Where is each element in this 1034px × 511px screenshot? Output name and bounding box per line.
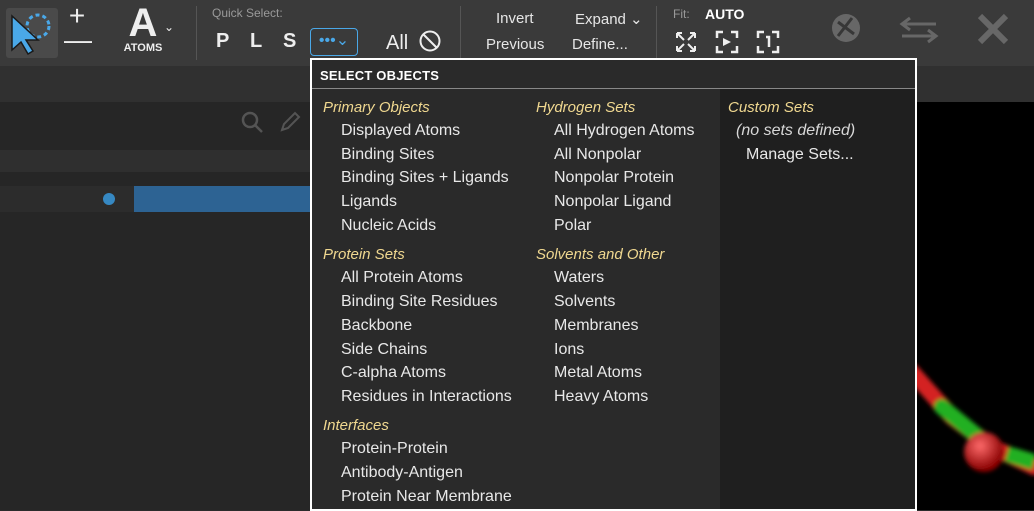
previous-button[interactable]: Previous bbox=[486, 36, 544, 53]
fit-screen-icon[interactable] bbox=[756, 30, 780, 54]
popup-title: SELECT OBJECTS bbox=[320, 68, 440, 83]
menu-item-antibody-antigen[interactable]: Antibody-Antigen bbox=[341, 464, 463, 482]
edit-icon[interactable] bbox=[278, 110, 302, 134]
atoms-mode-button[interactable]: A ATOMS ⌄ bbox=[112, 3, 174, 60]
divider bbox=[656, 6, 657, 60]
more-quick-select-button[interactable]: •••⌄ bbox=[310, 28, 358, 56]
add-remove-toggle[interactable]: + — bbox=[64, 2, 92, 60]
entries-panel bbox=[0, 102, 312, 510]
menu-item-heavy-atoms[interactable]: Heavy Atoms bbox=[554, 388, 648, 406]
chevron-down-icon[interactable]: ⌄ bbox=[164, 20, 174, 34]
3d-viewer[interactable] bbox=[912, 102, 1034, 510]
atoms-label: ATOMS bbox=[123, 42, 163, 54]
divider bbox=[460, 6, 461, 60]
define-button[interactable]: Define... bbox=[572, 36, 628, 53]
no-sets-note: (no sets defined) bbox=[736, 122, 856, 139]
menu-item-nonpolar-protein[interactable]: Nonpolar Protein bbox=[554, 169, 674, 187]
divider bbox=[196, 6, 197, 60]
build-tool-icon[interactable] bbox=[970, 8, 1020, 58]
menu-item-ions[interactable]: Ions bbox=[554, 341, 584, 359]
search-icon[interactable] bbox=[240, 110, 264, 134]
heading-protein-sets: Protein Sets bbox=[323, 246, 405, 263]
measure-tool-icon[interactable] bbox=[896, 8, 946, 58]
menu-item-c-alpha-atoms[interactable]: C-alpha Atoms bbox=[341, 364, 446, 382]
menu-item-all-hydrogen-atoms[interactable]: All Hydrogen Atoms bbox=[554, 122, 695, 140]
menu-item-solvents[interactable]: Solvents bbox=[554, 293, 615, 311]
select-objects-popup: SELECT OBJECTS Primary Objects Displayed… bbox=[310, 58, 917, 511]
menu-item-binding-site-residues[interactable]: Binding Site Residues bbox=[341, 293, 498, 311]
heading-primary-objects: Primary Objects bbox=[323, 99, 430, 116]
quick-select-ligand-button[interactable]: L bbox=[250, 30, 262, 53]
menu-item-displayed-atoms[interactable]: Displayed Atoms bbox=[341, 122, 460, 140]
menu-item-ligands[interactable]: Ligands bbox=[341, 193, 397, 211]
selection-arrow-icon bbox=[11, 13, 51, 56]
fit-selection-icon[interactable] bbox=[715, 30, 739, 54]
quick-select-solvent-button[interactable]: S bbox=[283, 30, 296, 53]
menu-item-binding-sites-ligands[interactable]: Binding Sites + Ligands bbox=[341, 169, 509, 187]
style-tool-icon[interactable] bbox=[822, 8, 872, 58]
menu-item-binding-sites[interactable]: Binding Sites bbox=[341, 146, 434, 164]
entry-title-cell[interactable] bbox=[134, 186, 312, 212]
expand-menu[interactable]: Expand ⌄ bbox=[575, 10, 643, 28]
molecule-render bbox=[912, 364, 1034, 475]
select-tool-button[interactable] bbox=[6, 8, 58, 58]
fit-all-icon[interactable] bbox=[674, 30, 698, 54]
quick-select-label: Quick Select: bbox=[212, 6, 283, 20]
heading-hydrogen-sets: Hydrogen Sets bbox=[536, 99, 636, 116]
fit-label: Fit: bbox=[673, 7, 690, 21]
entry-visibility-icon[interactable] bbox=[103, 193, 115, 205]
minus-icon[interactable]: — bbox=[64, 26, 92, 54]
quick-select-protein-button[interactable]: P bbox=[216, 30, 229, 53]
menu-item-nucleic-acids[interactable]: Nucleic Acids bbox=[341, 217, 436, 235]
entries-table-header bbox=[0, 150, 312, 172]
menu-item-protein-near-membrane[interactable]: Protein Near Membrane bbox=[341, 488, 512, 506]
heading-interfaces: Interfaces bbox=[323, 417, 389, 434]
invert-button[interactable]: Invert bbox=[496, 10, 534, 27]
select-none-icon[interactable] bbox=[419, 30, 441, 52]
menu-item-nonpolar-ligand[interactable]: Nonpolar Ligand bbox=[554, 193, 671, 211]
menu-item-all-protein-atoms[interactable]: All Protein Atoms bbox=[341, 269, 463, 287]
menu-item-protein-protein[interactable]: Protein-Protein bbox=[341, 440, 448, 458]
menu-item-all-nonpolar[interactable]: All Nonpolar bbox=[554, 146, 641, 164]
main-toolbar: + — A ATOMS ⌄ Quick Select: P L S •••⌄ A… bbox=[0, 0, 1034, 66]
menu-item-metal-atoms[interactable]: Metal Atoms bbox=[554, 364, 642, 382]
menu-item-residues-in-interactions[interactable]: Residues in Interactions bbox=[341, 388, 512, 406]
menu-item-backbone[interactable]: Backbone bbox=[341, 317, 412, 335]
manage-sets-button[interactable]: Manage Sets... bbox=[746, 146, 854, 164]
heading-custom-sets: Custom Sets bbox=[728, 99, 814, 116]
menu-item-polar[interactable]: Polar bbox=[554, 217, 591, 235]
menu-item-membranes[interactable]: Membranes bbox=[554, 317, 638, 335]
select-all-button[interactable]: All bbox=[386, 32, 408, 55]
menu-item-side-chains[interactable]: Side Chains bbox=[341, 341, 427, 359]
menu-item-waters[interactable]: Waters bbox=[554, 269, 604, 287]
heading-solvents-and-other: Solvents and Other bbox=[536, 246, 665, 263]
fit-mode-value[interactable]: AUTO bbox=[705, 6, 744, 22]
